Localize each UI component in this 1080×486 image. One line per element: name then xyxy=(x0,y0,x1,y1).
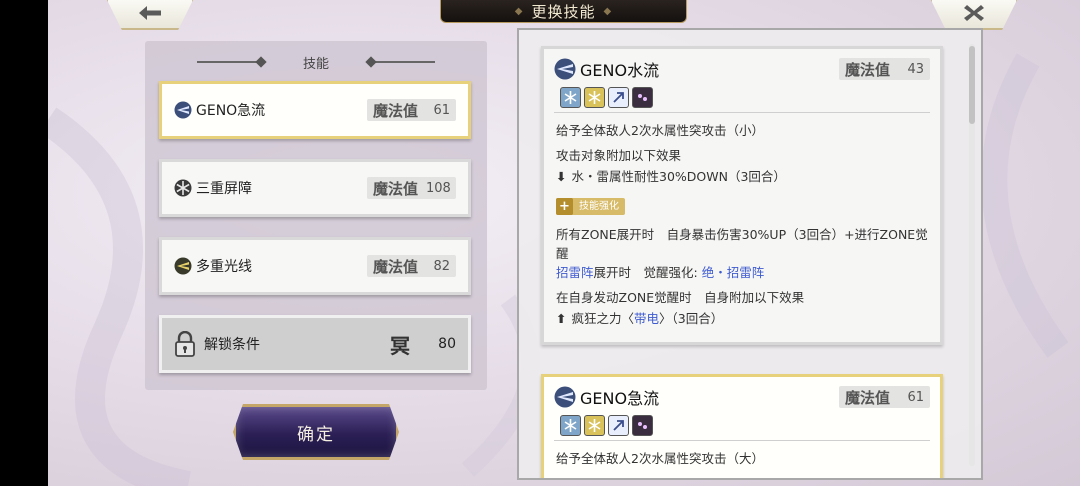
skills-heading-label: 技能 xyxy=(302,56,329,72)
desc-line: 给予全体敌人2次水属性突攻击（小） xyxy=(556,123,764,138)
water-attribute-icon xyxy=(560,415,581,436)
title-ornament-left-icon: ◆ xyxy=(514,5,524,17)
skill-slot-3[interactable]: 多重光线 魔法值 82 xyxy=(159,237,471,295)
heading-divider-right xyxy=(371,61,435,63)
close-icon xyxy=(964,5,984,21)
card-description: 给予全体敌人2次水属性突攻击（小） 攻击对象附加以下效果 ⬇ 水・雷属性耐性30%… xyxy=(554,121,930,328)
zone-link[interactable]: 招雷阵 xyxy=(556,265,594,280)
effect-up-suffix: 〉（3回合） xyxy=(659,311,724,326)
effect-down-text: 水・雷属性耐性30%DOWN（3回合） xyxy=(571,169,786,184)
zone-awaken-line: 招雷阵展开时 觉醒强化: 绝・招雷阵 xyxy=(556,263,930,282)
mp-cost: 魔法值 61 xyxy=(838,386,930,408)
dark-attribute-icon xyxy=(632,415,653,436)
card-description: 给予全体敌人2次水属性突攻击（大） xyxy=(554,449,930,468)
mp-cost: 魔法值 82 xyxy=(366,255,456,277)
skill-slot-1[interactable]: GENO急流 魔法值 61 xyxy=(159,81,471,139)
charged-link[interactable]: 带电 xyxy=(634,311,659,326)
equipped-skills-panel: 技能 GENO急流 魔法值 61 三重屏障 魔法值 108 多重光线 魔法值 8… xyxy=(145,41,487,390)
water-blade-icon xyxy=(554,386,576,408)
unlock-condition-label: 解锁条件 xyxy=(204,337,260,353)
padlock-icon xyxy=(175,331,195,357)
snowflake-barrier-icon xyxy=(174,179,192,197)
screen-title-bar: ◆ 更换技能 ◆ xyxy=(440,0,687,23)
mp-cost: 魔法值 108 xyxy=(366,177,456,199)
thunder-attribute-icon xyxy=(584,415,605,436)
effect-down-line: ⬇ 水・雷属性耐性30%DOWN（3回合） xyxy=(556,167,930,186)
mp-value: 61 xyxy=(907,389,924,405)
mp-label: 魔法值 xyxy=(372,101,418,120)
skill-enhance-badge: + 技能强化 xyxy=(556,198,625,215)
unlock-condition-value: 80 xyxy=(438,336,456,352)
title-ornament-right-icon: ◆ xyxy=(603,5,613,17)
awaken-zone-link[interactable]: 绝・招雷阵 xyxy=(702,265,765,280)
effect-up-prefix: 疯狂之力〈 xyxy=(571,311,634,326)
desc-line: 攻击对象附加以下效果 xyxy=(556,148,682,163)
skills-heading: 技能 xyxy=(145,53,487,72)
card-header: GENO水流 魔法值 43 xyxy=(554,55,930,83)
mp-value: 43 xyxy=(907,61,924,77)
mp-cost: 魔法值 61 xyxy=(366,99,456,121)
wind-attribute-icon xyxy=(608,87,629,108)
water-blade-icon xyxy=(174,101,192,119)
card-skill-name: GENO水流 xyxy=(580,61,660,80)
skill-slot-name: GENO急流 xyxy=(196,103,266,119)
screen-title: 更换技能 xyxy=(531,2,596,21)
thunder-attribute-icon xyxy=(584,87,605,108)
mp-label: 魔法值 xyxy=(844,60,890,79)
heading-divider-left xyxy=(196,61,261,63)
scrollbar-thumb[interactable] xyxy=(969,46,975,124)
dark-attribute-icon xyxy=(632,87,653,108)
card-skill-name: GENO急流 xyxy=(580,389,660,408)
card-header: GENO急流 魔法值 61 xyxy=(554,383,930,411)
water-attribute-icon xyxy=(560,87,581,108)
mp-value: 108 xyxy=(426,180,451,196)
light-beam-icon xyxy=(174,257,192,275)
skill-enhance-label: 技能强化 xyxy=(579,201,619,212)
skill-slot-name: 三重屏障 xyxy=(196,181,252,197)
plus-icon: + xyxy=(556,198,573,215)
zone-awaken-text: 展开时 觉醒强化: xyxy=(593,265,698,280)
mp-label: 魔法值 xyxy=(844,388,890,407)
locked-skill-slot[interactable]: 解锁条件 冥 80 xyxy=(159,315,471,373)
confirm-button[interactable]: 确定 xyxy=(233,404,399,460)
down-arrow-icon: ⬇ xyxy=(556,169,567,184)
mp-label: 魔法值 xyxy=(372,257,418,276)
back-arrow-icon xyxy=(139,6,161,20)
game-screen: ◆ 更换技能 ◆ 技能 GENO急流 魔法值 61 三重屏障 魔法值 108 多… xyxy=(48,0,1080,486)
card-divider xyxy=(554,112,930,113)
attribute-tags xyxy=(560,415,930,436)
desc-line: 给予全体敌人2次水属性突攻击（大） xyxy=(556,451,764,466)
zone-effect: 所有ZONE展开时 自身暴击伤害30%UP（3回合）+进行ZONE觉醒 xyxy=(556,227,928,261)
skill-option-card-2[interactable]: GENO急流 魔法值 61 给予全体敌人2次水属性突攻击（大） xyxy=(541,374,943,478)
effect-up-line: ⬆ 疯狂之力〈带电〉（3回合） xyxy=(556,309,930,328)
mp-value: 82 xyxy=(433,258,450,274)
list-scrollbar[interactable] xyxy=(969,44,975,466)
card-divider xyxy=(554,440,930,441)
water-blade-icon xyxy=(554,58,576,80)
attribute-tags xyxy=(560,87,930,108)
unlock-condition-glyph: 冥 xyxy=(390,333,410,358)
up-arrow-icon: ⬆ xyxy=(556,311,567,326)
wind-attribute-icon xyxy=(608,415,629,436)
mp-cost: 魔法值 43 xyxy=(838,58,930,80)
skill-slot-name: 多重光线 xyxy=(196,259,252,275)
skill-options-list[interactable]: GENO水流 魔法值 43 给予全体敌人2次水属性突攻击（小） 攻击对象附加以下… xyxy=(517,28,983,480)
mp-label: 魔法值 xyxy=(372,179,418,198)
awaken-text: 在自身发动ZONE觉醒时 自身附加以下效果 xyxy=(556,290,805,305)
mp-value: 61 xyxy=(433,102,450,118)
skill-option-card-1[interactable]: GENO水流 魔法值 43 给予全体敌人2次水属性突攻击（小） 攻击对象附加以下… xyxy=(541,46,943,345)
skill-slot-2[interactable]: 三重屏障 魔法值 108 xyxy=(159,159,471,217)
